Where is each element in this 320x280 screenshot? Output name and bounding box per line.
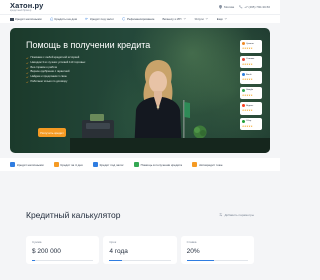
calc-value: $ 200 000	[32, 248, 61, 255]
location-pin-icon	[219, 5, 223, 9]
check-icon	[26, 62, 29, 65]
rating-logo-icon	[242, 42, 245, 45]
phone-link[interactable]: +7 (495) 790-30-50	[239, 5, 270, 9]
calc-label: Ставка	[186, 240, 197, 244]
rating-stars: ★★★★★	[242, 78, 253, 82]
header-contacts: Москва +7 (495) 790-30-50	[219, 5, 270, 9]
service-link[interactable]: Автокредит тоже	[192, 162, 223, 167]
nav-item-home-credit[interactable]: Кредиты на дом	[49, 17, 77, 21]
hero-benefits-list: Поможем с любой кредитной историей Наход…	[26, 56, 85, 85]
rating-stars: ★★★★★	[242, 62, 253, 66]
key-icon	[85, 18, 89, 20]
nav-item-services[interactable]: Услуги	[194, 17, 208, 21]
region-selector[interactable]: Москва	[219, 5, 234, 9]
site-logo[interactable]: Хатон.ру кредитный брокер	[10, 2, 43, 13]
services-bar: Кредит наличными Кредит за 4 дня Кредит …	[0, 158, 280, 171]
calc-term-card[interactable]: Срок 4 года	[103, 236, 177, 264]
desk	[70, 138, 270, 153]
service-link[interactable]: Кредит под залог	[92, 162, 124, 167]
phone-number: +7 (495) 790-30-50	[244, 5, 270, 9]
nav-item-label: Услуги	[194, 17, 204, 21]
phone-icon	[239, 5, 243, 9]
service-icon	[192, 162, 198, 167]
rating-card[interactable]: Google ★★★★★	[240, 86, 262, 99]
calculator-params-link[interactable]: Добавить параметры	[219, 213, 254, 217]
calc-slider-fill	[186, 260, 215, 261]
main-nav: Кредит наличными Кредиты на дом Кредит п…	[0, 14, 280, 23]
service-icon	[10, 162, 15, 167]
refresh-icon	[122, 17, 126, 21]
rating-logo-icon	[242, 57, 245, 61]
get-credit-button[interactable]: Получить кредит	[38, 128, 66, 137]
rating-stars: ★★★★★	[242, 93, 253, 97]
sliders-icon	[219, 213, 223, 217]
nav-item-more[interactable]: Ещё	[217, 17, 228, 21]
rating-logo-icon	[242, 104, 245, 107]
calculator-title: Кредитный калькулятор	[26, 210, 121, 220]
calc-slider[interactable]	[109, 260, 171, 261]
nav-item-label: Кредиты на дом	[54, 17, 77, 21]
rating-logo-icon	[242, 73, 245, 76]
site-header: Хатон.ру кредитный брокер Москва +7 (495…	[0, 0, 280, 14]
rating-card[interactable]: Banki ★★★★★	[240, 71, 262, 84]
nav-item-label: Кредит наличными	[15, 17, 42, 21]
rating-card[interactable]: Сравни ★★★★★	[240, 40, 262, 53]
check-icon	[26, 57, 29, 60]
calc-slider-fill	[109, 260, 122, 261]
rating-stars: ★★★★★	[242, 109, 253, 113]
nav-item-cash-credit[interactable]: Кредит наличными	[10, 17, 42, 21]
chevron-down-icon	[205, 18, 208, 20]
rating-card[interactable]: Яндекс ★★★★★	[240, 102, 262, 115]
nav-item-secured-credit[interactable]: Кредит под залог	[85, 17, 114, 21]
calc-label: Сумма	[32, 240, 42, 244]
calc-amount-card[interactable]: Сумма $ 200 000	[26, 236, 100, 264]
hero-title: Помощь в получении кредита	[26, 40, 151, 50]
nav-item-business[interactable]: Бизнесу и ИП	[162, 17, 186, 21]
nav-item-label: Кредит под залог	[89, 17, 115, 21]
nav-item-refinance[interactable]: Рефинансирование	[122, 17, 154, 21]
calc-slider-fill	[32, 260, 36, 261]
check-icon	[26, 67, 29, 69]
calc-label: Срок	[109, 240, 117, 244]
logo-tagline: кредитный брокер	[10, 8, 32, 12]
calc-value: 4 года	[109, 248, 128, 255]
service-link[interactable]: Помощь в получении кредита	[133, 162, 182, 167]
nav-item-label: Рефинансирование	[127, 17, 155, 21]
calc-slider[interactable]	[32, 260, 94, 261]
service-icon	[133, 162, 139, 167]
chevron-down-icon	[225, 18, 228, 20]
rating-logo-icon	[242, 88, 245, 92]
hero-banner: Помощь в получении кредита Поможем с люб…	[10, 28, 270, 153]
chevron-down-icon	[183, 18, 186, 20]
rating-badges: Сравни ★★★★★ Отзовик ★★★★★ Banki ★★★★★ G…	[240, 40, 262, 130]
calculator-cards: Сумма $ 200 000 Срок 4 года Ставка 20%	[26, 236, 254, 264]
calc-slider[interactable]	[186, 260, 248, 261]
service-icon	[53, 162, 59, 167]
rating-card[interactable]: Сбер ★★★★★	[240, 117, 262, 130]
rating-stars: ★★★★★	[242, 124, 253, 128]
rating-logo-icon	[242, 119, 245, 123]
menu-icon	[10, 17, 14, 21]
check-icon	[26, 71, 29, 74]
service-icon	[92, 162, 98, 167]
benefit-item: Работаем только по договору	[26, 80, 85, 85]
calc-rate-card[interactable]: Ставка 20%	[180, 236, 254, 264]
nav-item-label: Бизнесу и ИП	[162, 17, 182, 21]
check-icon	[26, 76, 29, 79]
region-label: Москва	[223, 5, 235, 9]
rating-card[interactable]: Отзовик ★★★★★	[240, 55, 262, 68]
nav-item-label: Ещё	[216, 17, 223, 21]
check-icon	[26, 81, 29, 84]
home-icon	[49, 17, 53, 21]
calc-value: 20%	[186, 248, 200, 255]
service-link[interactable]: Кредит наличными	[10, 162, 44, 167]
service-link[interactable]: Кредит за 4 дня	[53, 162, 83, 167]
rating-stars: ★★★★★	[242, 47, 253, 51]
